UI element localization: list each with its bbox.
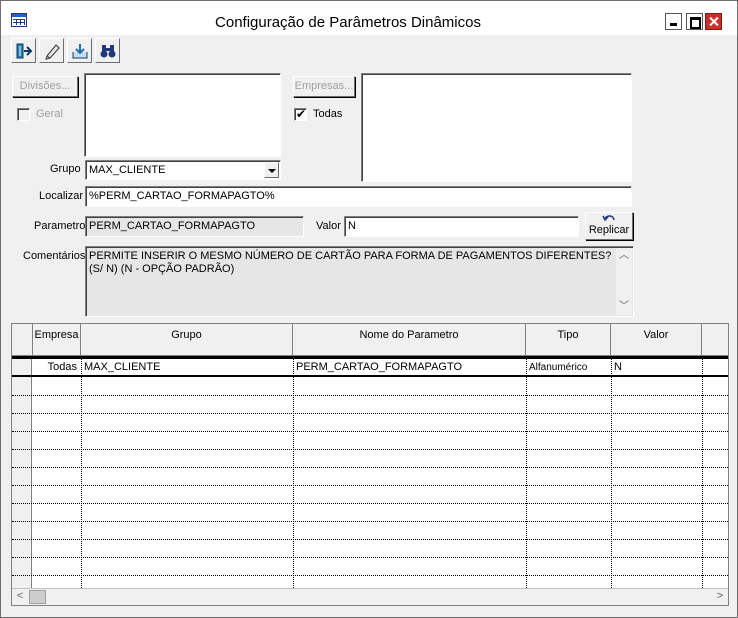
binoculars-icon	[100, 44, 115, 57]
search-button[interactable]	[95, 38, 120, 63]
edit-button[interactable]	[39, 38, 64, 63]
table-row-empty[interactable]	[12, 414, 728, 432]
grid-corner	[12, 324, 33, 356]
cell-empresa[interactable]: Todas	[33, 359, 77, 377]
comentarios-text: PERMITE INSERIR O MESMO NÚMERO DE CARTÃO…	[89, 250, 613, 276]
column-divider	[526, 359, 527, 588]
empresas-button[interactable]: Empresas...	[293, 76, 355, 97]
scroll-thumb[interactable]	[29, 590, 46, 604]
grupo-select[interactable]: MAX_CLIENTE	[85, 160, 281, 180]
scroll-down-icon[interactable]: ﹀	[616, 299, 632, 315]
replicar-button[interactable]: Replicar	[585, 212, 633, 240]
import-button[interactable]	[67, 38, 92, 63]
column-header-valor[interactable]: Valor	[611, 324, 702, 356]
table-row-empty[interactable]	[12, 450, 728, 468]
grid-horizontal-scrollbar[interactable]: < >	[12, 588, 728, 605]
replicar-label: Replicar	[588, 224, 630, 236]
chevron-down-icon[interactable]	[264, 162, 279, 178]
exit-door-icon	[16, 43, 32, 58]
parametro-field: PERM_CARTAO_FORMAPAGTO	[85, 216, 304, 237]
minimize-button[interactable]	[665, 13, 682, 30]
exit-button[interactable]	[11, 38, 36, 63]
table-row[interactable]: Todas MAX_CLIENTE PERM_CARTAO_FORMAPAGTO…	[12, 359, 728, 377]
grupo-value: MAX_CLIENTE	[89, 164, 166, 176]
cell-tipo[interactable]: Alfanumérico	[529, 359, 609, 377]
comentarios-line-1: PERMITE INSERIR O MESMO NÚMERO DE CARTÃO…	[89, 250, 612, 262]
scroll-left-icon[interactable]: <	[12, 589, 28, 605]
parameters-grid: Empresa Grupo Nome do Parametro Tipo Val…	[11, 323, 729, 606]
close-button[interactable]	[705, 13, 722, 30]
column-divider	[611, 359, 612, 588]
todas-checkbox[interactable]: ✔	[294, 107, 307, 121]
grupo-label: Grupo	[50, 163, 81, 175]
scroll-right-icon[interactable]: >	[712, 589, 728, 605]
column-header-nome[interactable]: Nome do Parametro	[293, 324, 526, 356]
comentarios-line-2: (S/ N) (N - OPÇÃO PADRÃO)	[89, 263, 235, 275]
table-row-empty[interactable]	[12, 432, 728, 450]
column-header-tipo[interactable]: Tipo	[526, 324, 611, 356]
localizar-label: Localizar	[39, 190, 84, 202]
grid-header: Empresa Grupo Nome do Parametro Tipo Val…	[12, 324, 728, 356]
table-row-empty[interactable]	[12, 378, 728, 396]
main-window: Configuração de Parâmetros Dinâmicos Div…	[0, 0, 738, 618]
empresas-list[interactable]	[361, 73, 632, 182]
cell-valor[interactable]: N	[614, 359, 700, 377]
divisoes-list[interactable]	[84, 73, 281, 157]
table-row-empty[interactable]	[12, 504, 728, 522]
valor-label: Valor	[316, 220, 341, 232]
title-bar: Configuração de Parâmetros Dinâmicos	[1, 1, 737, 35]
divisoes-button[interactable]: Divisões...	[12, 76, 78, 97]
geral-label: Geral	[36, 108, 63, 120]
table-row-empty[interactable]	[12, 486, 728, 504]
comentarios-textarea[interactable]: PERMITE INSERIR O MESMO NÚMERO DE CARTÃO…	[85, 246, 634, 317]
localizar-value: %PERM_CARTAO_FORMAPAGTO%	[89, 190, 275, 202]
comentarios-label: Comentários	[23, 250, 86, 262]
valor-value: N	[348, 220, 356, 232]
table-row-empty[interactable]	[12, 558, 728, 576]
undo-arrow-icon	[602, 215, 615, 222]
comentarios-scrollbar[interactable]: ︿ ﹀	[616, 248, 632, 315]
column-divider	[293, 359, 294, 588]
column-divider	[702, 359, 703, 588]
column-header-grupo[interactable]: Grupo	[81, 324, 293, 356]
table-row-empty[interactable]	[12, 396, 728, 414]
pencil-edit-icon	[44, 43, 60, 60]
cell-grupo[interactable]: MAX_CLIENTE	[84, 359, 290, 377]
maximize-button[interactable]	[686, 13, 703, 30]
scroll-up-icon[interactable]: ︿	[616, 248, 632, 264]
parametro-label: Parametro	[34, 220, 86, 232]
todas-label: Todas	[313, 108, 343, 120]
valor-input[interactable]: N	[344, 216, 579, 237]
geral-checkbox[interactable]	[17, 108, 30, 121]
table-row-empty[interactable]	[12, 540, 728, 558]
checkmark-icon: ✔	[296, 107, 307, 121]
parametro-value: PERM_CARTAO_FORMAPAGTO	[89, 220, 256, 232]
cell-nome[interactable]: PERM_CARTAO_FORMAPAGTO	[296, 359, 524, 377]
column-divider	[81, 359, 82, 588]
column-header-empresa[interactable]: Empresa	[33, 324, 81, 356]
window-title: Configuração de Parâmetros Dinâmicos	[215, 14, 481, 31]
localizar-input[interactable]: %PERM_CARTAO_FORMAPAGTO%	[85, 186, 632, 207]
table-row-empty[interactable]	[12, 522, 728, 540]
import-tray-icon	[72, 43, 87, 58]
table-row-empty[interactable]	[12, 468, 728, 486]
